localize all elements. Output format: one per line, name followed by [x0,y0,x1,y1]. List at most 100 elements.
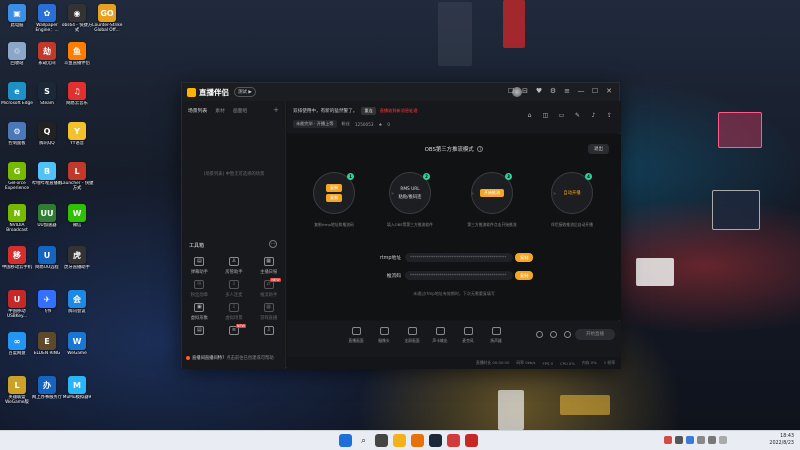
copy-rtmp-button[interactable]: 复制 [515,253,534,262]
screen-icon[interactable]: ▭ [558,112,565,119]
maximize-icon[interactable]: ☐ [591,87,599,95]
desktop-icon[interactable]: S Steam [32,82,62,118]
desktop-icon[interactable]: GO Counter-Strike Global Off... [92,4,122,40]
desktop-icon[interactable]: E ELDEN RING [32,332,62,368]
bell-icon[interactable]: ♪ [590,112,597,119]
add-scene-button[interactable]: + [273,106,279,114]
exit-obs-mode-button[interactable]: 退出 [588,144,609,154]
stream-status-chip[interactable]: 未能完毕 · 开播上等 [293,120,337,128]
version-badge[interactable]: 测试 ▶ [234,87,256,97]
toolbox-item[interactable]: ▤ 弹幕助手 [182,257,217,275]
toolbox-item[interactable]: ▦ 游戏直播 [251,303,286,321]
tray-network-icon[interactable] [686,436,694,444]
camera-toggle-icon[interactable] [536,331,543,338]
toolbox-item[interactable]: ⇩ 多人连麦 [217,280,252,298]
desktop-icon[interactable]: U 中国移动USBKey... [2,290,32,326]
reconnect-tag[interactable]: 重连 [361,107,376,115]
desktop-icon[interactable]: W WeGame [62,332,92,368]
toolbox-item[interactable]: ⇩ 虚拟场景 [217,303,252,321]
desktop-icon[interactable]: ∞ 百度网盘 [2,332,32,368]
bottom-notice[interactable]: 直播间直播间特? 点击前往已创建或可帮助 [186,355,274,361]
desktop-icon[interactable]: UU UU加速器 [32,204,62,240]
title-bar[interactable]: 直播伴侣 测试 ▶ ☐ ⊟ ♥ ⚙ ≡ — ☐ ✕ [182,83,619,101]
desktop-icon[interactable]: N NVIDIA Broadcast [2,204,32,240]
menu-icon[interactable]: ≡ [563,87,571,95]
start-menu-icon[interactable] [339,434,352,447]
tray-nvidia-icon[interactable] [675,436,683,444]
desktop-icon[interactable]: ♲ 回收站 [2,42,32,78]
help-icon[interactable]: ? [477,146,484,152]
close-icon[interactable]: ✕ [605,87,613,95]
desktop-icon[interactable]: U 网易UU远程 [32,246,62,282]
desktop-icon[interactable]: e Microsoft Edge [1,82,33,118]
minimize-icon[interactable]: — [577,87,585,95]
desktop-icon[interactable]: Y YY语音 [62,122,92,158]
desktop-icon[interactable]: 鱼斗鱼直播伴侣 [62,42,92,78]
netease-music-taskbar-icon[interactable] [447,434,460,447]
audio-output-button[interactable]: 声卡输出 [429,327,451,344]
desktop-icon[interactable]: W 微信 [62,204,92,240]
store-icon[interactable]: ⌂ [526,112,533,119]
desktop-icon[interactable]: 办网上办事服务厅 [32,376,62,412]
file-explorer-icon[interactable] [393,434,406,447]
warning-text[interactable]: 直播收到新消息处理 [380,108,418,114]
tray-battery-icon[interactable] [708,436,716,444]
desktop-icon[interactable]: 会腾讯会议 [62,290,92,326]
desktop-icon[interactable]: 移中国移动云手机 [2,246,32,282]
live-assistant-taskbar-icon[interactable] [411,434,424,447]
settings-icon[interactable]: ⚙ [549,87,557,95]
share-icon[interactable]: ⇪ [606,112,613,119]
camera-button[interactable]: 摄像头 [373,327,395,344]
desktop-icon[interactable]: ⚙ 控制面板 [2,122,32,158]
desktop-icon[interactable]: Q 腾讯QQ [32,122,62,158]
desktop-icon[interactable]: 虎虎牙直播助手 [62,246,92,282]
task-view-icon[interactable] [375,434,388,447]
desktop-icon[interactable]: M MuMu模拟器9 [62,376,92,412]
toolbox-item[interactable]: ✉ 粉丝勋章 [182,280,217,298]
eye-icon[interactable] [550,331,557,338]
screenshot-icon[interactable]: ⊟ [521,87,529,95]
edit-icon[interactable]: ✎ [574,112,581,119]
scene-tab[interactable]: 画面组 [233,107,247,114]
search-icon[interactable]: ⌕ [357,434,370,447]
fullscreen-icon[interactable]: ☐ [507,87,515,95]
toolbox-item[interactable]: ⇩ [251,326,286,335]
toolbox-item[interactable]: ≋ NEW [217,324,252,335]
desktop-icon[interactable]: ▣ 此电脑 [2,4,32,40]
stream-key-input[interactable]: ****************************************… [405,271,513,280]
scene-tab[interactable]: 素材 [215,107,225,114]
desktop-icon[interactable]: L Launcher - 快捷方式 [61,162,93,198]
start-live-button[interactable]: 开始直播 [575,329,615,340]
desktop-icon[interactable]: ✈ 飞书 [32,290,62,326]
desktop-icon[interactable]: L 英雄联盟WeGame版 [2,376,32,412]
lock-icon[interactable]: ◫ [542,112,549,119]
tray-volume-icon[interactable] [697,436,705,444]
desktop-icon[interactable]: G GeForce Experience [2,162,32,198]
display-capture-button[interactable]: 直播画面 [345,327,367,344]
step-copy-pill[interactable]: 复制 [326,194,342,202]
step-copy-pill[interactable]: 复制 [326,184,342,192]
tray-input-icon[interactable] [719,436,727,444]
toolbox-item[interactable]: ▦ 主播日报 [251,257,286,275]
toolbox-item[interactable]: ▣ 虚拟形象 [182,303,217,321]
app-taskbar-icon[interactable] [465,434,478,447]
microphone-button[interactable]: 麦克风 [457,327,479,344]
tray-app-icon[interactable] [664,436,672,444]
toolbox-more-button[interactable]: ··· [269,240,277,248]
steam-taskbar-icon[interactable] [429,434,442,447]
toolbox-item[interactable]: ♙ 房管助手 [217,257,252,275]
favorite-icon[interactable]: ♥ [535,87,543,95]
toolbox-item[interactable]: ⇄ NEW 推流助手 [251,278,286,298]
settings-icon[interactable] [564,331,571,338]
scene-tab[interactable]: 场景列表 [188,107,207,114]
desktop-icon[interactable]: ♫ 网易云音乐 [62,82,92,118]
speaker-button[interactable]: 扬声器 [485,327,507,344]
desktop-icon[interactable]: ◉ obs64 - 快捷方式 [62,4,92,40]
rtmp-input[interactable]: ****************************************… [405,253,513,262]
toolbox-item[interactable]: ▤ [182,326,217,335]
desktop-icon[interactable]: 劫永劫无间 [32,42,62,78]
desktop-icon[interactable]: ✿ Wallpaper Engine：... [32,4,62,40]
fullscreen-capture-button[interactable]: 全屏画面 [401,327,423,344]
copy-stream-key-button[interactable]: 复制 [515,271,534,280]
desktop-icon[interactable]: B 哔哩哔哩直播姬 [32,162,62,198]
